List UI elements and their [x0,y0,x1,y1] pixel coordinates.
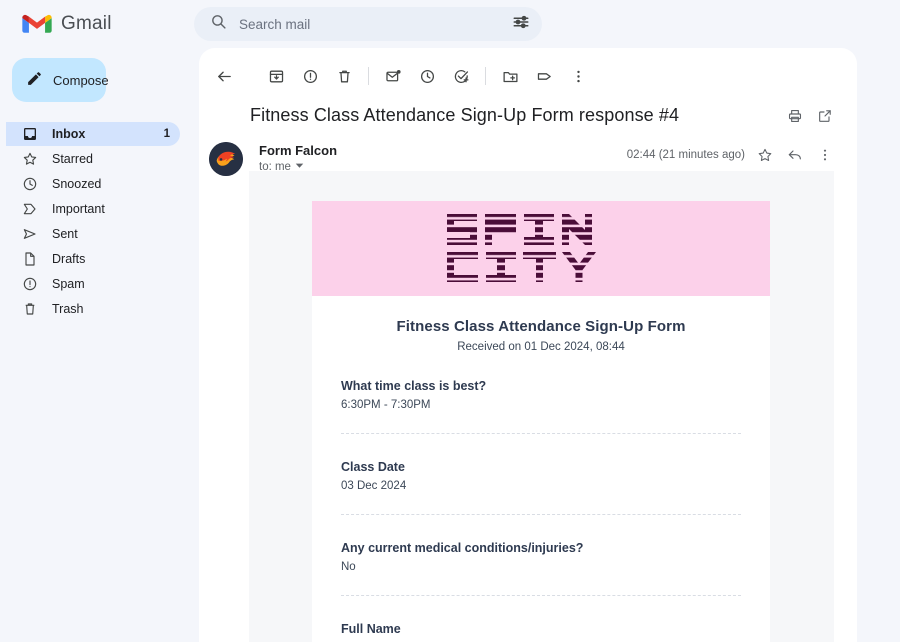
field-label: Class Date [341,460,405,474]
spin-city-wordmark-icon [447,213,596,282]
form-response-card: Fitness Class Attendance Sign-Up Form Re… [312,201,770,642]
form-body: Fitness Class Attendance Sign-Up Form Re… [312,296,770,642]
message-pane: Fitness Class Attendance Sign-Up Form re… [199,48,857,642]
more-options-button[interactable] [561,59,595,93]
email-body-frame: Fitness Class Attendance Sign-Up Form Re… [249,171,834,642]
star-icon [22,151,38,167]
form-field: What time class is best? 6:30PM - 7:30PM [341,353,741,411]
field-value: 03 Dec 2024 [341,480,407,492]
sidebar-item-trash[interactable]: Trash [6,297,180,321]
form-field: Full Name Rosetta Vittoria [341,596,741,642]
message-subject: Fitness Class Attendance Sign-Up Form re… [250,105,680,125]
form-field: Any current medical conditions/injuries?… [341,515,741,573]
compose-button[interactable]: Compose [12,58,109,102]
top-bar: Gmail [0,0,900,48]
move-to-button[interactable] [493,59,527,93]
inbox-unread-count: 1 [163,128,170,140]
labels-button[interactable] [527,59,561,93]
sidebar-item-label: Inbox [52,127,86,141]
sidebar-item-starred[interactable]: Starred [6,147,180,171]
brand-name: Gmail [61,13,112,34]
draft-page-icon [22,251,38,267]
subject-row: Fitness Class Attendance Sign-Up Form re… [199,95,857,126]
report-spam-button[interactable] [293,59,327,93]
gmail-logo-icon [22,13,52,35]
form-field: Class Date 03 Dec 2024 [341,434,741,492]
tune-icon[interactable] [512,13,530,36]
add-to-tasks-button[interactable] [444,59,478,93]
subject-actions [785,106,835,126]
trash-icon [22,301,38,317]
sidebar-item-important[interactable]: Important [6,197,180,221]
sidebar: Compose Inbox 1 Starred Snoozed Importan… [0,48,192,642]
sidebar-item-drafts[interactable]: Drafts [6,247,180,271]
inbox-icon [22,126,38,142]
field-value: No [341,561,356,573]
search-icon [206,13,227,35]
sidebar-item-label: Snoozed [52,177,102,191]
archive-button[interactable] [259,59,293,93]
form-received-timestamp: Received on 01 Dec 2024, 08:44 [457,341,625,353]
field-label: Any current medical conditions/injuries? [341,541,584,555]
open-in-new-button[interactable] [815,106,835,126]
snooze-button[interactable] [410,59,444,93]
sender-meta: Form Falcon to: me [259,142,627,173]
avatar [209,142,243,176]
mark-unread-button[interactable] [376,59,410,93]
sidebar-item-label: Starred [52,152,93,166]
sender-row: Form Falcon to: me 02:44 (21 minutes ago… [199,126,857,176]
send-icon [22,226,38,242]
report-spam-icon [22,276,38,292]
sidebar-item-spam[interactable]: Spam [6,272,180,296]
sidebar-item-snoozed[interactable]: Snoozed [6,172,180,196]
compose-label: Compose [53,72,109,88]
sidebar-nav: Inbox 1 Starred Snoozed Important Sent D… [0,122,192,321]
search-bar[interactable] [194,7,542,41]
sidebar-item-label: Trash [52,302,84,316]
star-button[interactable] [755,145,775,165]
sender-name: Form Falcon [259,143,338,158]
print-button[interactable] [785,106,805,126]
clock-icon [22,176,38,192]
sidebar-item-sent[interactable]: Sent [6,222,180,246]
back-button[interactable] [207,59,241,93]
toolbar-divider [485,67,486,85]
sidebar-item-inbox[interactable]: Inbox 1 [6,122,180,146]
message-more-button[interactable] [815,145,835,165]
message-toolbar [199,57,857,95]
important-marker-icon [22,201,38,217]
brand: Gmail [22,13,182,35]
sidebar-item-label: Sent [52,227,78,241]
sidebar-item-label: Important [52,202,105,216]
field-value: 6:30PM - 7:30PM [341,399,431,411]
brand-banner [312,201,770,296]
search-input[interactable] [239,16,512,32]
form-title: Fitness Class Attendance Sign-Up Form [396,318,686,335]
falcon-logo-icon [209,142,243,176]
message-timestamp: 02:44 (21 minutes ago) [626,149,745,161]
pencil-icon [26,70,43,90]
delete-button[interactable] [327,59,361,93]
field-label: What time class is best? [341,379,487,393]
reply-button[interactable] [785,145,805,165]
sidebar-item-label: Drafts [52,252,86,266]
message-actions: 02:44 (21 minutes ago) [627,142,835,165]
toolbar-divider [368,67,369,85]
sidebar-item-label: Spam [52,277,85,291]
field-label: Full Name [341,622,401,636]
